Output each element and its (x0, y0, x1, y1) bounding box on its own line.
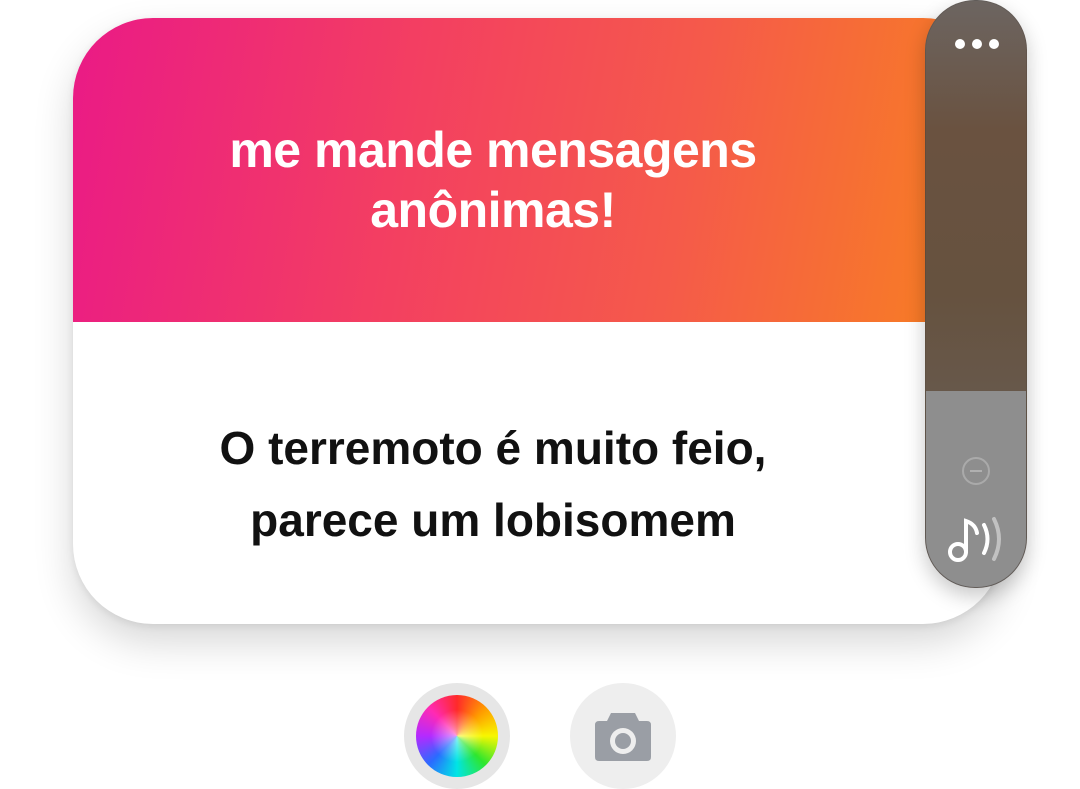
color-wheel-icon (416, 695, 498, 777)
sticker-prompt-line1: me mande mensagens (229, 122, 757, 178)
more-dots-icon (955, 39, 965, 49)
question-sticker-card[interactable]: me mande mensagens anônimas! O terremoto … (73, 18, 1003, 624)
sticker-prompt: me mande mensagens anônimas! (193, 120, 793, 240)
sticker-answer-line1: O terremoto é muito feio, (219, 422, 767, 474)
volume-side-panel[interactable] (925, 0, 1027, 588)
more-options-button[interactable] (942, 29, 1012, 59)
sticker-answer[interactable]: O terremoto é muito feio, parece um lobis… (173, 412, 813, 556)
minus-circle-icon (962, 457, 990, 485)
music-sound-icon (948, 517, 1001, 562)
sticker-prompt-line2: anônimas! (370, 182, 616, 238)
more-dots-icon (972, 39, 982, 49)
color-picker-button[interactable] (404, 683, 510, 789)
more-dots-icon (989, 39, 999, 49)
music-sound-button[interactable] (946, 509, 1012, 569)
camera-icon (595, 713, 651, 761)
camera-button[interactable] (570, 683, 676, 789)
sticker-answer-line2: parece um lobisomem (250, 494, 736, 546)
